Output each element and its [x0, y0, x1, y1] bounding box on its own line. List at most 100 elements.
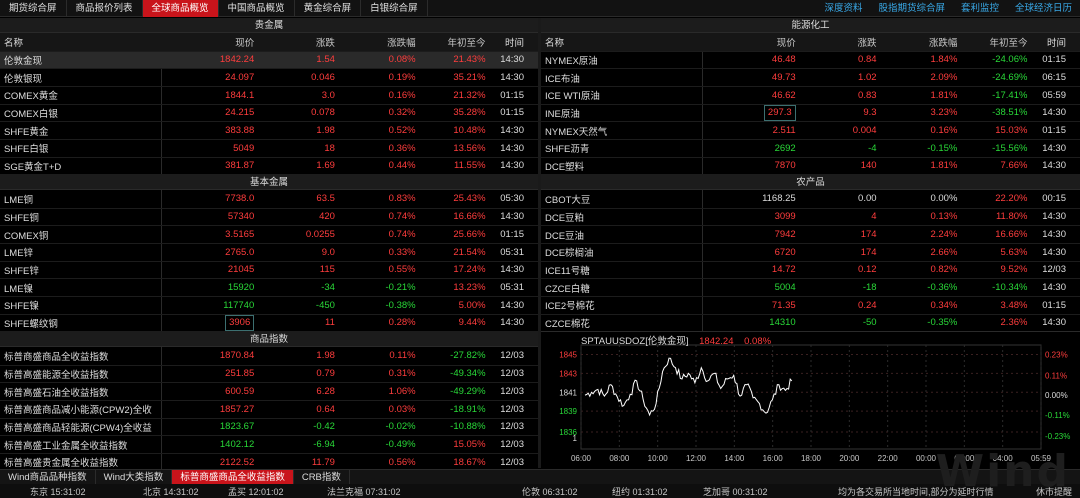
col-header-price[interactable]: 现价	[702, 33, 800, 52]
col-header-ytd[interactable]: 年初至今	[419, 33, 490, 52]
bottom-tab[interactable]: CRB指数	[294, 470, 350, 484]
top-link[interactable]: 深度资料	[816, 0, 870, 17]
quote-time: 14:30	[1031, 139, 1080, 158]
quote-row[interactable]: 标普商盛商品全收益指数 1870.84 1.98 0.11% -27.82% 12/03	[0, 347, 538, 366]
chart-x-tick: 14:00	[724, 454, 745, 463]
quote-pct: 0.44%	[338, 157, 420, 176]
quote-name: SGE黄金T+D	[0, 157, 162, 176]
quote-row[interactable]: ICE2号棉花 71.35 0.24 0.34% 3.48% 01:15	[541, 296, 1080, 315]
quote-row[interactable]: 伦敦金现 1842.24 1.54 0.08% 21.43% 14:30	[0, 51, 538, 70]
quote-row[interactable]: DCE塑料 7870 140 1.81% 7.66% 14:30	[541, 157, 1080, 176]
quote-row[interactable]: COMEX铜 3.5165 0.0255 0.74% 25.66% 01:15	[0, 225, 538, 244]
quote-pct: 0.11%	[338, 347, 420, 366]
quote-row[interactable]: ICE布油 49.73 1.02 2.09% -24.69% 06:15	[541, 68, 1080, 87]
status-bar: 东京 15:31:02 北京 14:31:02 孟买 12:01:02 法兰克福 07…	[0, 484, 1080, 498]
quote-row[interactable]: CZCE白糖 5004 -18 -0.36% -10.34% 14:30	[541, 278, 1080, 297]
quote-ytd: 5.00%	[419, 296, 490, 315]
quote-name: LME镍	[0, 278, 162, 297]
quote-row[interactable]: INE原油 297.3 9.3 3.23% -38.51% 14:30	[541, 104, 1080, 123]
quote-pct: 0.13%	[880, 208, 962, 227]
quote-change: 4	[799, 208, 881, 227]
quote-row[interactable]: SHFE黄金 383.88 1.98 0.52% 10.48% 14:30	[0, 121, 538, 140]
quote-row[interactable]: 标普高盛石油全收益指数 600.59 6.28 1.06% -49.29% 12/03	[0, 382, 538, 401]
col-header-price[interactable]: 现价	[161, 33, 259, 52]
top-link[interactable]: 股指期货综合屏	[870, 0, 953, 17]
quote-row[interactable]: LME锌 2765.0 9.0 0.33% 21.54% 05:31	[0, 243, 538, 262]
quote-price: 46.62	[702, 86, 800, 105]
quote-row[interactable]: 标普高盛商品轻能源(CPW4)全收益 1823.67 -0.42 -0.02% -10.…	[0, 418, 538, 437]
quote-ytd: -49.34%	[419, 365, 490, 384]
col-header-change[interactable]: 涨跌	[258, 33, 339, 52]
quote-row[interactable]: SHFE锌 21045 115 0.55% 17.24% 14:30	[0, 261, 538, 280]
section-title: 贵金属	[0, 18, 538, 33]
top-tab[interactable]: 商品报价列表	[67, 0, 143, 17]
quote-row[interactable]: CBOT大豆 1168.25 0.00 0.00% 22.20% 00:15	[541, 190, 1080, 209]
top-tab[interactable]: 中国商品概览	[219, 0, 295, 17]
quote-row[interactable]: SHFE螺纹钢 3906 11 0.28% 9.44% 14:30	[0, 314, 538, 333]
quote-change: -18	[799, 278, 881, 297]
col-header-pct[interactable]: 涨跌幅	[338, 33, 420, 52]
quote-row[interactable]: CZCE棉花 14310 -50 -0.35% 2.36% 14:30	[541, 314, 1080, 333]
quote-row[interactable]: SHFE白银 5049 18 0.36% 13.56% 14:30	[0, 139, 538, 158]
chart-pct: 0.08%	[744, 336, 772, 347]
quote-row[interactable]: LME镍 15920 -34 -0.21% 13.23% 05:31	[0, 278, 538, 297]
quote-ytd: 22.20%	[961, 190, 1032, 209]
quote-change: 0.64	[258, 400, 339, 419]
quote-price: 3906	[160, 314, 259, 333]
quote-price: 1844.1	[160, 86, 259, 105]
quote-change: 0.004	[799, 121, 881, 140]
quote-row[interactable]: DCE棕榈油 6720 174 2.66% 5.63% 14:30	[541, 243, 1080, 262]
quote-change: -50	[799, 314, 881, 333]
quote-name: ICE WTI原油	[541, 86, 703, 105]
quote-pct: -0.38%	[338, 296, 420, 315]
col-header-time[interactable]: 时间	[489, 33, 538, 52]
quote-ytd: 25.43%	[419, 190, 490, 209]
quote-time: 14:30	[1031, 208, 1080, 227]
quote-row[interactable]: NYMEX原油 46.48 0.84 1.84% -24.06% 01:15	[541, 51, 1080, 70]
col-header-name[interactable]: 名称	[0, 33, 162, 52]
quote-row[interactable]: 标普高盛能源全收益指数 251.85 0.79 0.31% -49.34% 12/03	[0, 365, 538, 384]
quote-row[interactable]: SHFE铜 57340 420 0.74% 16.66% 14:30	[0, 208, 538, 227]
quote-row[interactable]: DCE豆粕 3099 4 0.13% 11.80% 14:30	[541, 208, 1080, 227]
bottom-tab[interactable]: 标普商盛商品全收益指数	[172, 470, 294, 484]
top-tab[interactable]: 白银综合屏	[361, 0, 428, 17]
quote-ytd: 5.63%	[961, 243, 1032, 262]
quote-row[interactable]: 标普高盛工业金属全收益指数 1402.12 -6.94 -0.49% 15.05% 12/…	[0, 435, 538, 454]
quote-row[interactable]: ICE WTI原油 46.62 0.83 1.81% -17.41% 05:59	[541, 86, 1080, 105]
chart-price-line	[584, 357, 793, 417]
top-link[interactable]: 全球经济日历	[1007, 0, 1080, 17]
quote-pct: 2.09%	[880, 68, 962, 87]
bottom-tab[interactable]: Wind大类指数	[96, 470, 173, 484]
top-tab[interactable]: 黄金综合屏	[295, 0, 362, 17]
col-header-pct[interactable]: 涨跌幅	[880, 33, 962, 52]
quote-change: 6.28	[258, 382, 339, 401]
col-header-name[interactable]: 名称	[541, 33, 703, 52]
quote-row[interactable]: DCE豆油 7942 174 2.24% 16.66% 14:30	[541, 225, 1080, 244]
top-tab[interactable]: 全球商品概览	[142, 0, 219, 17]
quote-pct: 0.19%	[338, 68, 420, 87]
quote-row[interactable]: ICE11号糖 14.72 0.12 0.82% 9.52% 12/03	[541, 261, 1080, 280]
quote-row[interactable]: NYMEX天然气 2.511 0.004 0.16% 15.03% 01:15	[541, 121, 1080, 140]
col-header-time[interactable]: 时间	[1031, 33, 1080, 52]
quote-row[interactable]: SHFE沥青 2692 -4 -0.15% -15.56% 14:30	[541, 139, 1080, 158]
quote-time: 12/03	[489, 382, 538, 401]
top-link[interactable]: 套利监控	[953, 0, 1007, 17]
quote-time: 05:31	[489, 243, 538, 262]
bottom-tab[interactable]: Wind商品品种指数	[0, 470, 96, 484]
quote-row[interactable]: 标普高盛商品减小能源(CPW2)全收 1857.27 0.64 0.03% -18.91…	[0, 400, 538, 419]
chart-y-tick: 1843	[559, 369, 577, 378]
quote-row[interactable]: 伦敦银现 24.097 0.046 0.19% 35.21% 14:30	[0, 68, 538, 87]
quote-name: SHFE铜	[0, 208, 162, 227]
top-tab[interactable]: 期货综合屏	[0, 0, 67, 17]
col-header-ytd[interactable]: 年初至今	[961, 33, 1032, 52]
quote-time: 14:30	[1031, 104, 1080, 123]
quote-row[interactable]: COMEX白银 24.215 0.078 0.32% 35.28% 01:15	[0, 104, 538, 123]
quote-row[interactable]: COMEX黄金 1844.1 3.0 0.16% 21.32% 01:15	[0, 86, 538, 105]
quote-row[interactable]: SGE黄金T+D 381.87 1.69 0.44% 11.55% 14:30	[0, 157, 538, 176]
quote-price: 57340	[160, 208, 259, 227]
col-header-change[interactable]: 涨跌	[799, 33, 881, 52]
quote-row[interactable]: SHFE镍 117740 -450 -0.38% 5.00% 14:30	[0, 296, 538, 315]
quote-row[interactable]: LME铜 7738.0 63.5 0.83% 25.43% 05:30	[0, 190, 538, 209]
quote-change: -34	[258, 278, 339, 297]
quote-ytd: 17.24%	[419, 261, 490, 280]
